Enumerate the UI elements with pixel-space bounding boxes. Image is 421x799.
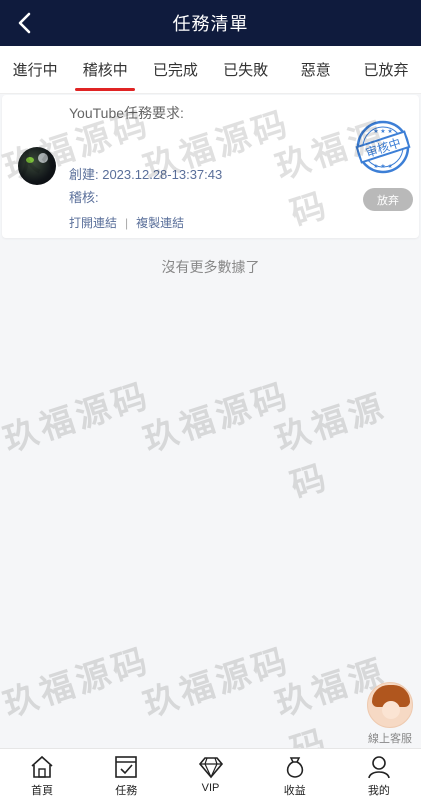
nav-home-label: 首頁 [31, 785, 54, 797]
nav-earnings-label: 收益 [283, 785, 306, 797]
home-icon [31, 755, 53, 778]
no-more-data-text: 沒有更多數據了 [161, 259, 260, 275]
money-bag-icon [286, 757, 303, 778]
user-icon [368, 756, 390, 779]
task-avatar [18, 147, 56, 185]
chevron-left-icon [18, 12, 31, 34]
nav-home[interactable]: 首頁 [0, 749, 84, 799]
back-button[interactable] [10, 8, 40, 38]
svg-text:★ ★ ★: ★ ★ ★ [373, 128, 392, 135]
customer-service-button[interactable]: 線上客服 [363, 682, 417, 746]
support-agent-icon [367, 682, 413, 728]
diamond-icon [198, 757, 223, 779]
tab-malicious[interactable]: 惡意 [281, 46, 351, 93]
watermark: 玖福源码 [138, 640, 296, 726]
nav-vip-label: VIP [201, 782, 220, 794]
watermark: 玖福源码 [0, 375, 156, 461]
nav-profile-label: 我的 [367, 785, 390, 797]
top-bar: 任務清單 [0, 0, 421, 46]
customer-service-label: 線上客服 [368, 733, 412, 745]
watermark: 玖福源码 [270, 386, 392, 507]
open-link[interactable]: 打開連結 [69, 214, 117, 231]
tab-in-progress[interactable]: 進行中 [0, 46, 70, 93]
task-icon [115, 756, 138, 778]
task-links: 打開連結 | 複製連結 [69, 214, 184, 231]
tab-abandoned[interactable]: 已放弃 [351, 46, 421, 93]
copy-link[interactable]: 複製連結 [136, 214, 184, 231]
nav-vip[interactable]: VIP [168, 749, 252, 799]
task-created-time: 創建: 2023.12.28-13:37:43 [69, 167, 223, 182]
nav-earnings[interactable]: 收益 [253, 749, 337, 799]
nav-profile[interactable]: 我的 [337, 749, 421, 799]
task-review-label: 稽核: [69, 190, 99, 205]
page-title: 任務清單 [172, 14, 249, 34]
bottom-nav: 首頁 任務 VIP 收益 我的 [0, 748, 421, 799]
nav-tasks[interactable]: 任務 [84, 749, 168, 799]
give-up-button[interactable]: 放弃 [363, 188, 413, 211]
task-card: YouTube任務要求: 創建: 2023.12.28-13:37:43 稽核:… [2, 95, 419, 238]
tab-completed[interactable]: 已完成 [140, 46, 210, 93]
tab-under-review[interactable]: 稽核中 [70, 46, 140, 93]
svg-text:★ ★ ★: ★ ★ ★ [373, 163, 392, 170]
tab-failed[interactable]: 已失敗 [211, 46, 281, 93]
under-review-stamp-icon: 审核中 ★ ★ ★ ★ ★ ★ [355, 120, 411, 174]
link-separator: | [125, 215, 129, 230]
task-requirement: YouTube任務要求: [69, 105, 184, 121]
nav-tasks-label: 任務 [115, 785, 138, 797]
watermark: 玖福源码 [138, 375, 296, 461]
status-tabs: 進行中 稽核中 已完成 已失敗 惡意 已放弃 [0, 46, 421, 94]
watermark: 玖福源码 [0, 640, 156, 726]
